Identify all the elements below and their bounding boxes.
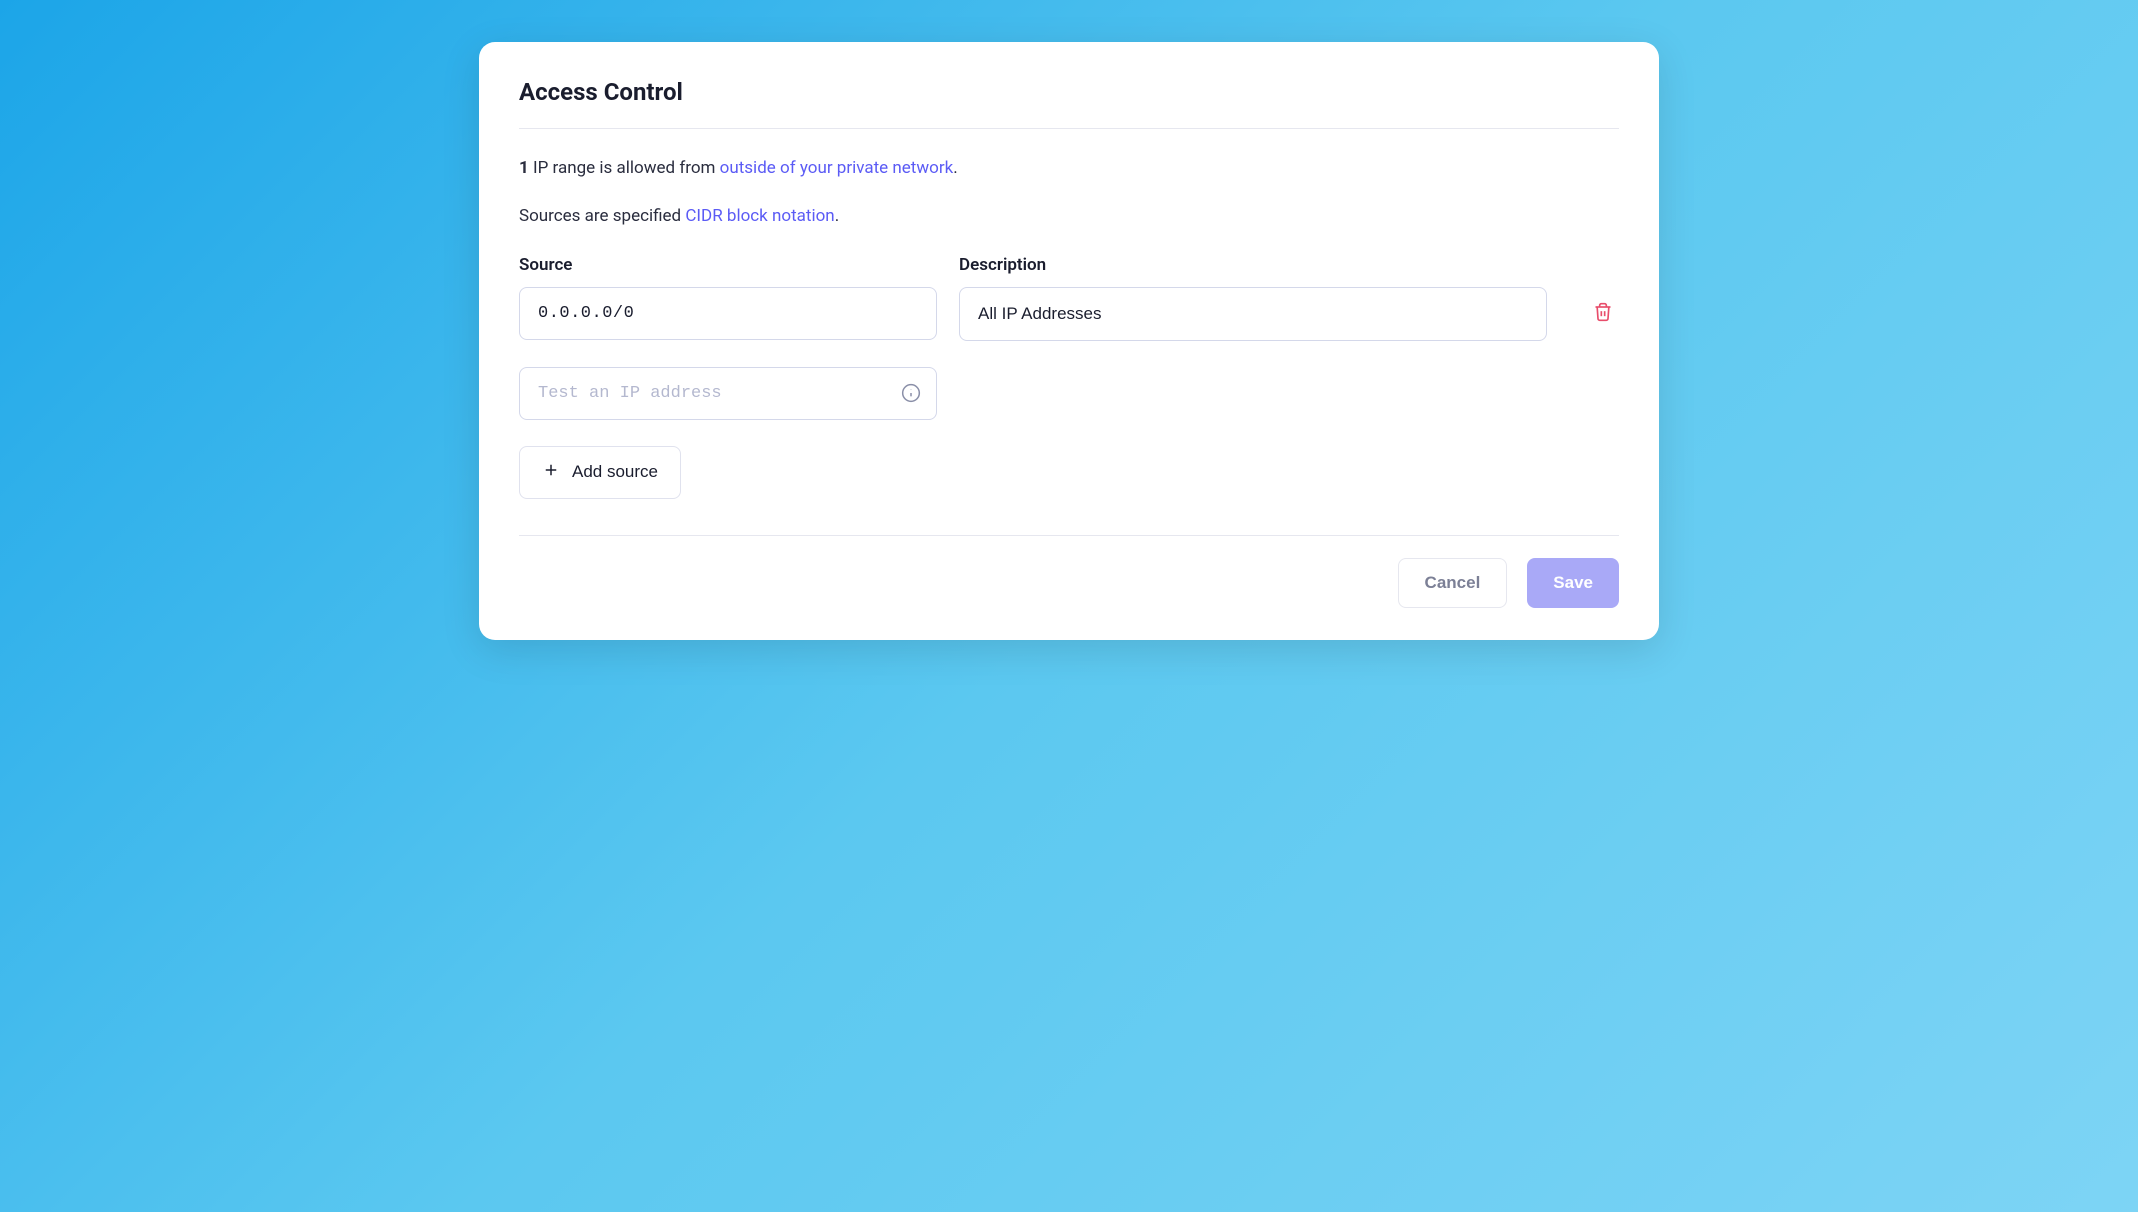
- ip-range-summary: 1 IP range is allowed from outside of yo…: [519, 157, 1619, 181]
- save-button[interactable]: Save: [1527, 558, 1619, 608]
- outside-network-link[interactable]: outside of your private network: [720, 158, 954, 178]
- description-input[interactable]: [959, 287, 1547, 341]
- cidr-text-suffix: .: [835, 206, 839, 226]
- cidr-info: Sources are specified CIDR block notatio…: [519, 205, 1619, 229]
- info-icon[interactable]: [901, 383, 921, 403]
- source-column-header: Source: [519, 255, 937, 275]
- trash-icon: [1593, 302, 1613, 325]
- test-ip-wrapper: [519, 367, 937, 420]
- add-source-label: Add source: [572, 462, 658, 482]
- access-control-card: Access Control 1 IP range is allowed fro…: [479, 42, 1659, 640]
- ip-range-text-suffix: .: [953, 158, 957, 178]
- delete-row-button[interactable]: [1587, 296, 1619, 331]
- page-title: Access Control: [519, 78, 1619, 129]
- footer-actions: Cancel Save: [519, 535, 1619, 608]
- cidr-text-prefix: Sources are specified: [519, 206, 685, 226]
- plus-icon: [542, 461, 560, 484]
- ip-range-text-prefix: IP range is allowed from: [529, 158, 720, 178]
- test-ip-row: [519, 367, 1619, 420]
- table-header: Source Description: [519, 255, 1619, 275]
- info-section: 1 IP range is allowed from outside of yo…: [519, 129, 1619, 229]
- cidr-notation-link[interactable]: CIDR block notation: [685, 206, 834, 226]
- add-source-button[interactable]: Add source: [519, 446, 681, 499]
- cancel-button[interactable]: Cancel: [1398, 558, 1508, 608]
- source-input[interactable]: [519, 287, 937, 340]
- test-ip-input[interactable]: [519, 367, 937, 420]
- ip-range-count: 1: [519, 158, 529, 178]
- table-row: [519, 287, 1619, 341]
- description-column-header: Description: [959, 255, 1619, 275]
